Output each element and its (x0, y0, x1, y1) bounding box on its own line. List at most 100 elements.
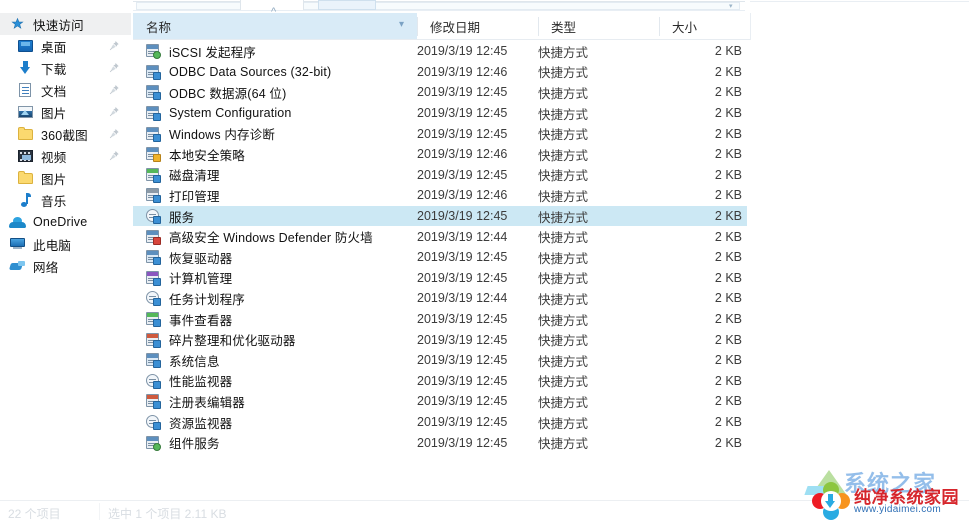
table-row[interactable]: iSCSI 发起程序 2019/3/19 12:45 快捷方式 2 KB (133, 41, 747, 62)
sidebar-item-0[interactable]: 快速访问 (0, 13, 131, 35)
pin-icon[interactable] (109, 128, 120, 139)
table-row[interactable]: 恢复驱动器 2019/3/19 12:45 快捷方式 2 KB (133, 247, 747, 268)
sidebar-item-10[interactable]: 此电脑 (0, 233, 131, 255)
sidebar-item-label: 音乐 (41, 194, 67, 209)
row-date-cell: 2019/3/19 12:45 (417, 44, 508, 59)
row-name-cell[interactable]: 计算机管理 (133, 268, 232, 289)
row-name-cell[interactable]: 磁盘清理 (133, 165, 220, 186)
sidebar-item-5[interactable]: 360截图 (0, 123, 131, 145)
row-name-cell[interactable]: iSCSI 发起程序 (133, 41, 256, 62)
column-header-date[interactable]: 修改日期 (417, 13, 538, 40)
table-row[interactable]: 服务 2019/3/19 12:45 快捷方式 2 KB (133, 205, 747, 227)
row-size-cell: 2 KB (714, 435, 742, 450)
table-row[interactable]: 本地安全策略 2019/3/19 12:46 快捷方式 2 KB (133, 144, 747, 165)
shortcut-odbc-icon (145, 84, 161, 101)
shortcut-dcomcnfg-icon (145, 435, 161, 451)
sidebar-item-3[interactable]: 文档 (0, 79, 131, 101)
shortcut-recovery-icon-wrap (145, 249, 161, 266)
row-name-cell[interactable]: 碎片整理和优化驱动器 (133, 329, 296, 350)
shortcut-memory-icon (145, 126, 161, 142)
sidebar-item-2[interactable]: 下载 (0, 57, 131, 79)
table-row[interactable]: 事件查看器 2019/3/19 12:45 快捷方式 2 KB (133, 309, 747, 330)
status-item-count: 22 个项目 (8, 507, 61, 521)
table-row[interactable]: 注册表编辑器 2019/3/19 12:45 快捷方式 2 KB (133, 391, 747, 412)
shortcut-dcomcnfg-icon-wrap (145, 435, 161, 451)
row-type-cell: 快捷方式 (538, 416, 589, 431)
sidebar-item-9[interactable]: OneDrive (0, 211, 131, 233)
table-row[interactable]: System Configuration 2019/3/19 12:45 快捷方式 2… (133, 103, 747, 124)
table-row[interactable]: 打印管理 2019/3/19 12:46 快捷方式 2 KB (133, 185, 747, 206)
pane-divider (131, 13, 132, 500)
sidebar-item-11[interactable]: 网络 (0, 255, 131, 277)
row-name-cell[interactable]: 事件查看器 (133, 309, 232, 330)
sidebar-item-6[interactable]: 视频 (0, 145, 131, 167)
sidebar-item-8[interactable]: 音乐 (0, 189, 131, 211)
ribbon-tab-active-sliver[interactable] (318, 0, 376, 10)
row-name-cell[interactable]: System Configuration (133, 103, 292, 124)
row-name-label: System Configuration (169, 106, 292, 121)
row-type-cell: 快捷方式 (538, 251, 589, 266)
row-name-cell[interactable]: 资源监视器 (133, 412, 232, 433)
table-row[interactable]: 高级安全 Windows Defender 防火墙 2019/3/19 12:44… (133, 226, 747, 247)
column-header-type[interactable]: 类型 (538, 13, 659, 40)
table-row[interactable]: ODBC 数据源(64 位) 2019/3/19 12:45 快捷方式 2 KB (133, 82, 747, 103)
pin-icon[interactable] (109, 150, 120, 161)
column-header-right-rule[interactable] (750, 13, 751, 40)
sidebar-item-4[interactable]: 图片 (0, 101, 131, 123)
address-bar-sliver[interactable] (136, 2, 740, 10)
watermark: 系统之家 纯净系统家园 www.yidaimei.com (804, 468, 969, 521)
row-name-label: 打印管理 (169, 189, 220, 204)
row-type-cell: 快捷方式 (538, 354, 589, 369)
row-size-cell: 2 KB (714, 44, 742, 59)
table-row[interactable]: 组件服务 2019/3/19 12:45 快捷方式 2 KB (133, 432, 747, 453)
shortcut-memory-icon-wrap (145, 126, 161, 142)
star-pin-icon-wrap (9, 16, 26, 33)
row-name-cell[interactable]: 高级安全 Windows Defender 防火墙 (133, 226, 373, 247)
row-size-cell: 2 KB (714, 394, 742, 409)
row-name-cell[interactable]: 任务计划程序 (133, 288, 245, 309)
row-name-cell[interactable]: 打印管理 (133, 185, 220, 206)
row-name-cell[interactable]: ODBC Data Sources (32-bit) (133, 62, 331, 83)
shortcut-eventvwr-icon-wrap (145, 311, 161, 328)
sidebar-item-1[interactable]: 桌面 (0, 35, 131, 57)
column-header-name[interactable]: 名称 ^ ▾ (133, 7, 417, 40)
table-row[interactable]: 资源监视器 2019/3/19 12:45 快捷方式 2 KB (133, 412, 747, 433)
shortcut-cleanup-icon-wrap (145, 167, 161, 183)
pin-icon[interactable] (109, 40, 120, 51)
shortcut-config-icon-wrap (145, 105, 161, 122)
row-name-cell[interactable]: 系统信息 (133, 350, 220, 371)
pin-icon[interactable] (109, 84, 120, 95)
row-date-cell: 2019/3/19 12:45 (417, 312, 508, 327)
table-row[interactable]: 系统信息 2019/3/19 12:45 快捷方式 2 KB (133, 350, 747, 371)
pin-icon[interactable] (109, 62, 120, 73)
chevron-down-icon[interactable]: ▾ (729, 3, 733, 10)
table-row[interactable]: 磁盘清理 2019/3/19 12:45 快捷方式 2 KB (133, 165, 747, 186)
table-row[interactable]: 计算机管理 2019/3/19 12:45 快捷方式 2 KB (133, 268, 747, 289)
column-header-size[interactable]: 大小 (659, 13, 747, 40)
pin-icon[interactable] (109, 106, 120, 117)
table-row[interactable]: 性能监视器 2019/3/19 12:45 快捷方式 2 KB (133, 371, 747, 392)
file-rows-container: iSCSI 发起程序 2019/3/19 12:45 快捷方式 2 KB ODBC Da… (133, 41, 969, 493)
row-type-cell: 快捷方式 (538, 189, 589, 204)
shortcut-perfmon-icon (145, 373, 161, 389)
row-name-cell[interactable]: ODBC 数据源(64 位) (133, 82, 286, 103)
row-name-cell[interactable]: 服务 (133, 206, 194, 227)
row-name-cell[interactable]: 组件服务 (133, 432, 220, 453)
row-name-cell[interactable]: 恢复驱动器 (133, 247, 232, 268)
row-name-cell[interactable]: 注册表编辑器 (133, 391, 245, 412)
table-row[interactable]: Windows 内存诊断 2019/3/19 12:45 快捷方式 2 KB (133, 123, 747, 144)
sidebar-item-label: 文档 (41, 84, 67, 99)
shortcut-print-icon (145, 187, 161, 204)
row-name-cell[interactable]: 本地安全策略 (133, 144, 245, 165)
row-date-cell: 2019/3/19 12:46 (417, 147, 508, 162)
row-size-cell: 2 KB (714, 167, 742, 182)
row-name-cell[interactable]: Windows 内存诊断 (133, 123, 275, 144)
table-row[interactable]: 碎片整理和优化驱动器 2019/3/19 12:45 快捷方式 2 KB (133, 329, 747, 350)
table-row[interactable]: 任务计划程序 2019/3/19 12:44 快捷方式 2 KB (133, 288, 747, 309)
row-name-label: 本地安全策略 (169, 148, 245, 163)
column-chevron-down-icon[interactable]: ▾ (399, 20, 404, 30)
table-row[interactable]: ODBC Data Sources (32-bit) 2019/3/19 12:4… (133, 62, 747, 83)
sidebar-item-7[interactable]: 图片 (0, 167, 131, 189)
file-explorer-window: ▾ 快速访问 桌面 下载 文档 图片 360截图 视频 图片 音乐 OneDrive 此电脑 网络 名… (0, 0, 969, 521)
row-name-cell[interactable]: 性能监视器 (133, 371, 232, 392)
